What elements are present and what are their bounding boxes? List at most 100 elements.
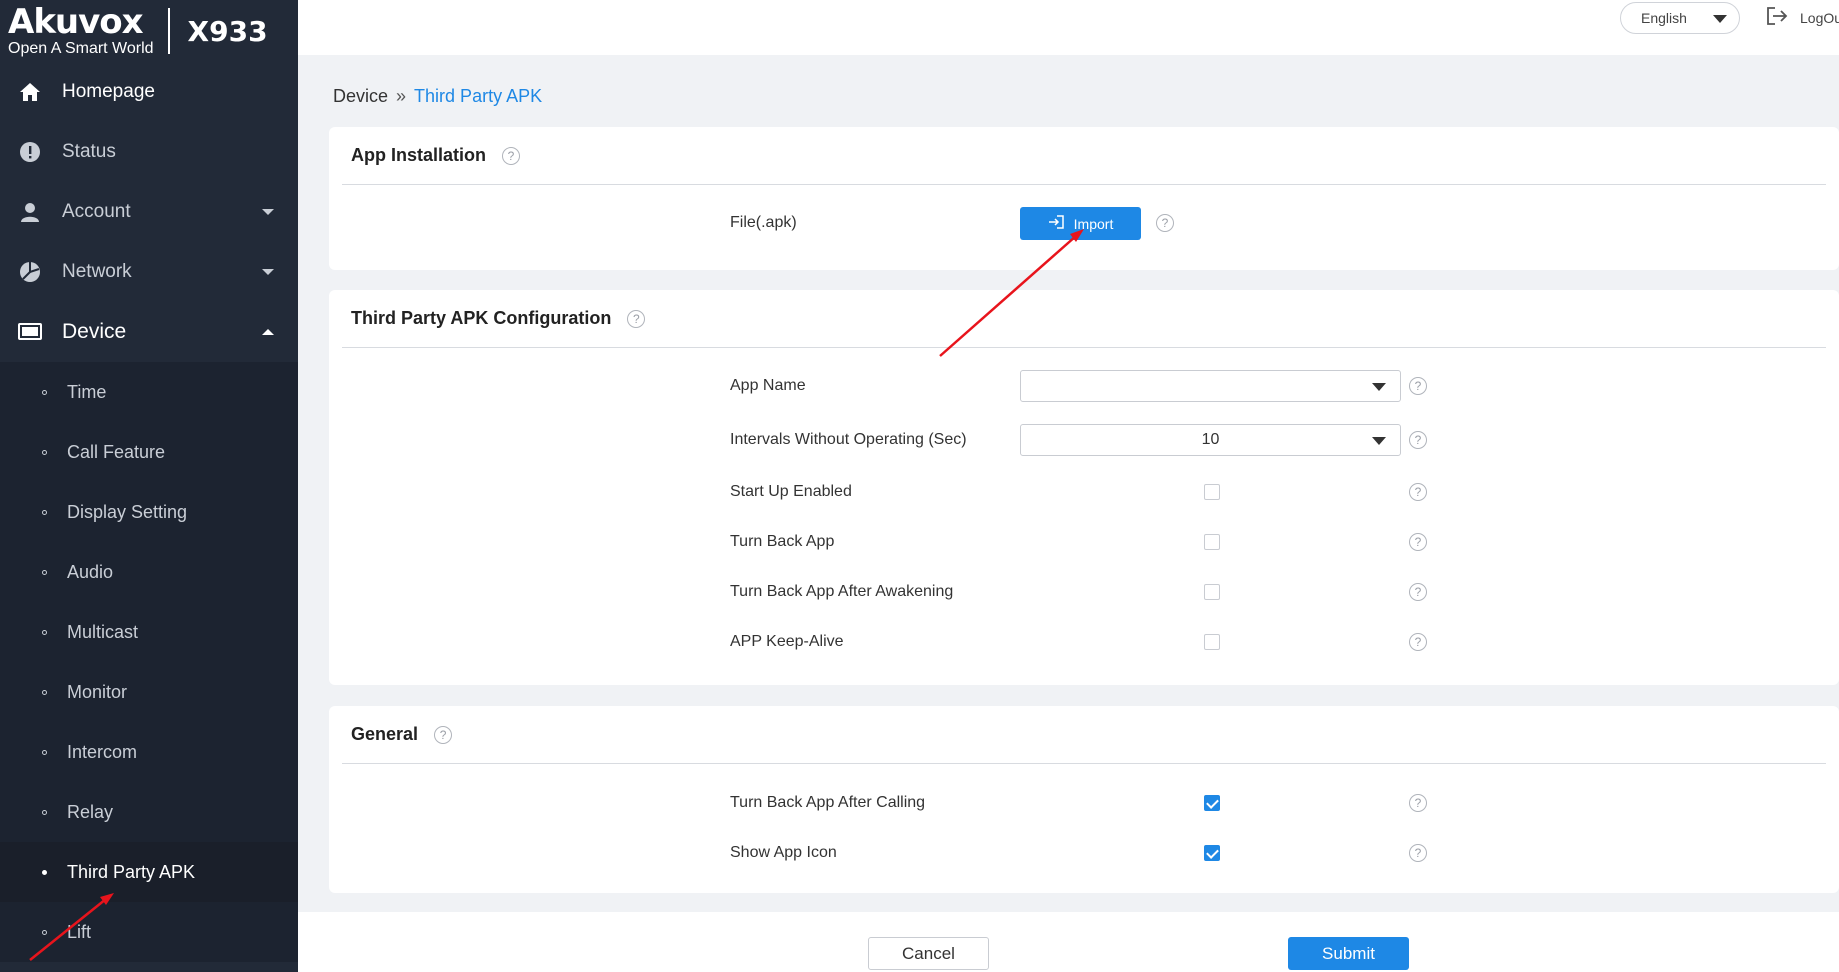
after-calling-checkbox[interactable] (1204, 795, 1220, 811)
interval-label: Intervals Without Operating (Sec) (730, 431, 967, 448)
sidebar-item-label: Relay (67, 801, 114, 822)
panel-title: Third Party APK Configuration (351, 308, 612, 328)
chevron-down-icon (262, 209, 274, 215)
sidebar-item-label: Third Party APK (67, 861, 196, 882)
turn-back-awaken-checkbox[interactable] (1204, 584, 1220, 600)
interval-select[interactable]: 10 (1020, 424, 1401, 456)
panel-title: General (351, 724, 419, 744)
sidebar-item-label: Audio (67, 561, 114, 582)
start-up-row: Start Up Enabled ? (329, 476, 1839, 508)
bullet-icon (42, 809, 47, 815)
sidebar-subitem-lift[interactable]: Lift (0, 902, 298, 962)
help-icon[interactable]: ? (1409, 483, 1427, 501)
app-name-row: App Name ? (329, 370, 1839, 402)
sidebar: Akuvox Open A Smart World X933 Homepage … (0, 0, 298, 972)
sidebar-subitem-audio[interactable]: Audio (0, 542, 298, 602)
show-icon-checkbox[interactable] (1204, 845, 1220, 861)
show-icon-label: Show App Icon (730, 844, 837, 861)
help-icon[interactable]: ? (1409, 794, 1427, 812)
sidebar-item-homepage[interactable]: Homepage (0, 62, 298, 122)
app-installation-panel: App Installation ? File(.apk) Import ? (329, 127, 1839, 270)
sidebar-subitem-relay[interactable]: Relay (0, 782, 298, 842)
general-panel: General ? Turn Back App After Calling ? … (329, 706, 1839, 893)
sidebar-item-label: Display Setting (67, 501, 188, 522)
bullet-icon (42, 689, 47, 695)
breadcrumb: Device » Third Party APK (333, 86, 542, 107)
footer-bar: Cancel Submit (298, 912, 1839, 972)
user-icon (18, 200, 42, 224)
logout-label: LogOut (1800, 9, 1839, 26)
language-value: English (1641, 10, 1687, 26)
turn-back-label: Turn Back App (730, 533, 835, 550)
after-calling-label: Turn Back App After Calling (730, 794, 926, 811)
top-bar: English LogOut (298, 0, 1839, 55)
logout-button[interactable]: LogOut (1766, 6, 1839, 29)
help-icon[interactable]: ? (1409, 431, 1427, 449)
cancel-button[interactable]: Cancel (868, 937, 989, 970)
help-icon[interactable]: ? (502, 146, 520, 165)
bullet-icon (42, 449, 47, 455)
panel-header: App Installation ? (342, 127, 1826, 185)
language-select[interactable]: English (1620, 2, 1740, 34)
help-icon[interactable]: ? (1409, 533, 1427, 551)
sidebar-subitem-time[interactable]: Time (0, 362, 298, 422)
bullet-icon (42, 749, 47, 755)
sidebar-item-device[interactable]: Device (0, 302, 298, 362)
bullet-icon (42, 389, 47, 395)
sidebar-item-label: Lift (67, 921, 92, 942)
turn-back-awaken-label: Turn Back App After Awakening (730, 583, 954, 600)
sidebar-subitem-call-feature[interactable]: Call Feature (0, 422, 298, 482)
import-icon (1048, 215, 1064, 232)
help-icon[interactable]: ? (1409, 633, 1427, 651)
turn-back-row: Turn Back App ? (329, 526, 1839, 558)
brand-tagline: Open A Smart World (8, 40, 154, 57)
sidebar-item-label: Multicast (67, 621, 139, 642)
sidebar-item-network[interactable]: Network (0, 242, 298, 302)
sidebar-item-label: Device (62, 320, 127, 343)
sidebar-subitem-display-setting[interactable]: Display Setting (0, 482, 298, 542)
brand-logo: Akuvox Open A Smart World (8, 5, 154, 57)
help-icon[interactable]: ? (1409, 583, 1427, 601)
home-icon (18, 80, 42, 104)
panel-title: App Installation (351, 145, 486, 165)
breadcrumb-separator: » (396, 86, 407, 106)
file-apk-row: File(.apk) Import ? (329, 207, 1839, 240)
network-icon (18, 260, 42, 284)
logout-icon (1766, 6, 1788, 29)
sidebar-item-status[interactable]: Status (0, 122, 298, 182)
panel-header: Third Party APK Configuration ? (342, 290, 1826, 348)
help-icon[interactable]: ? (434, 725, 453, 744)
sidebar-item-label: Network (62, 261, 132, 282)
sidebar-item-account[interactable]: Account (0, 182, 298, 242)
sidebar-item-label: Homepage (62, 81, 155, 102)
sidebar-item-label: Call Feature (67, 441, 166, 462)
bullet-icon (42, 869, 47, 875)
start-up-label: Start Up Enabled (730, 483, 852, 500)
help-icon[interactable]: ? (1409, 844, 1427, 862)
device-model: X933 (187, 14, 268, 48)
brand-name: Akuvox (8, 2, 144, 42)
apk-configuration-panel: Third Party APK Configuration ? App Name… (329, 290, 1839, 685)
help-icon[interactable]: ? (627, 309, 646, 328)
keep-alive-checkbox[interactable] (1204, 634, 1220, 650)
sidebar-subitem-third-party-apk[interactable]: Third Party APK (0, 842, 298, 902)
monitor-icon (18, 320, 42, 344)
submit-button[interactable]: Submit (1288, 937, 1409, 970)
sidebar-subitem-intercom[interactable]: Intercom (0, 722, 298, 782)
bullet-icon (42, 569, 47, 575)
help-icon[interactable]: ? (1156, 214, 1174, 232)
breadcrumb-root[interactable]: Device (333, 86, 388, 107)
app-name-select[interactable] (1020, 370, 1401, 402)
sidebar-subitem-monitor[interactable]: Monitor (0, 662, 298, 722)
help-icon[interactable]: ? (1409, 377, 1427, 395)
sidebar-item-label: Account (62, 201, 131, 222)
turn-back-checkbox[interactable] (1204, 534, 1220, 550)
chevron-down-icon (1713, 15, 1727, 23)
import-button[interactable]: Import (1020, 207, 1141, 240)
file-apk-label: File(.apk) (730, 214, 797, 231)
start-up-checkbox[interactable] (1204, 484, 1220, 500)
sidebar-subitem-multicast[interactable]: Multicast (0, 602, 298, 662)
logo: Akuvox Open A Smart World X933 (0, 0, 298, 62)
panel-header: General ? (342, 706, 1826, 764)
show-icon-row: Show App Icon ? (329, 837, 1839, 869)
